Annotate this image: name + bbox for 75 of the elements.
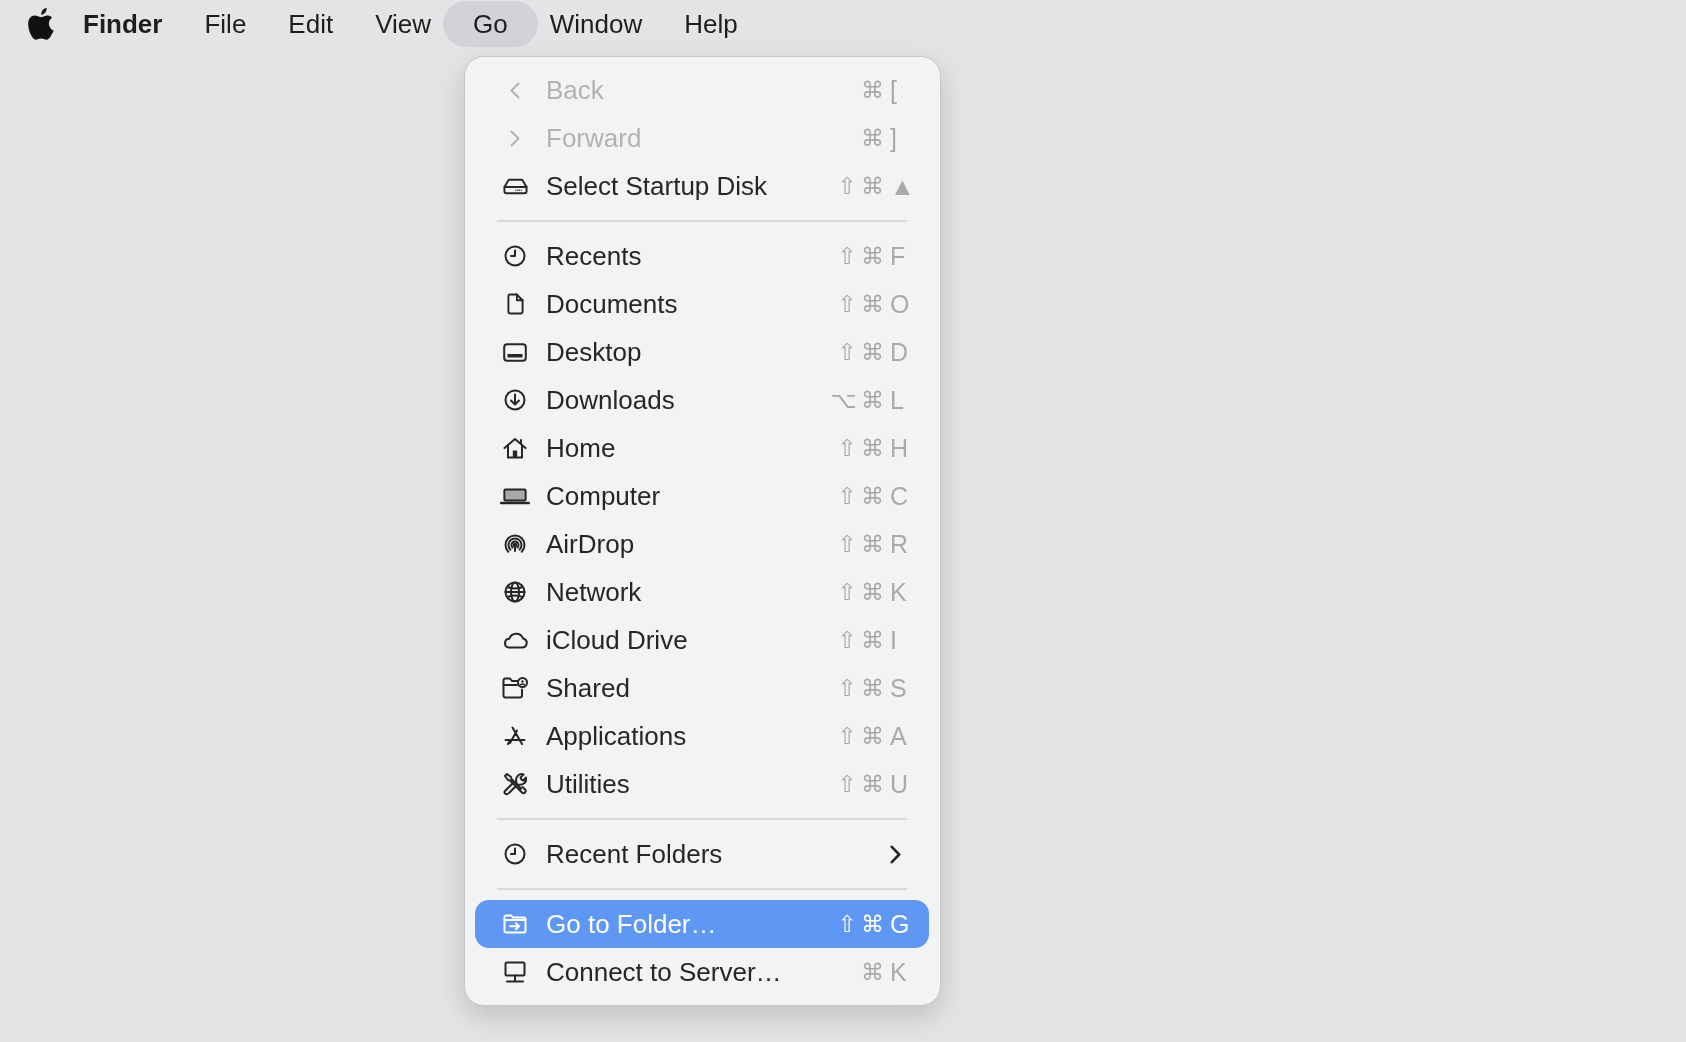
shortcut-key: O	[890, 289, 910, 319]
laptop-icon	[500, 487, 530, 505]
shortcut-key: L	[890, 385, 904, 415]
folder-arrow-icon	[503, 914, 527, 934]
screen-icon	[503, 342, 527, 362]
shortcut-modifiers: ⇧ ⌘	[837, 339, 884, 365]
menu-item[interactable]: Recents ⇧ ⌘ F	[475, 232, 929, 280]
menu-item[interactable]: Connect to Server… ⌘ K	[475, 948, 929, 996]
shortcut-key: ]	[890, 123, 897, 153]
monitor-icon	[504, 961, 526, 983]
wireless-rings-icon	[504, 534, 526, 554]
shortcut-modifiers: ⇧ ⌘	[837, 173, 884, 199]
menu-item[interactable]: Home ⇧ ⌘ H	[475, 424, 929, 472]
menu-item[interactable]: iCloud Drive ⇧ ⌘ I	[475, 616, 929, 664]
shortcut-key: K	[890, 577, 907, 607]
shortcut-modifiers: ⌥ ⌘	[830, 387, 884, 413]
apple-icon[interactable]	[28, 8, 55, 40]
menu-title[interactable]: File	[195, 1, 256, 47]
menu-title[interactable]: Help	[675, 1, 747, 47]
menu-item[interactable]: Computer ⇧ ⌘ C	[475, 472, 929, 520]
clock-icon	[504, 245, 526, 267]
menu-item[interactable]: Desktop ⇧ ⌘ D	[475, 328, 929, 376]
shortcut-modifiers: ⇧ ⌘	[837, 243, 884, 269]
wrench-screwdriver-icon	[503, 772, 527, 796]
shortcut-modifiers: ⇧ ⌘	[837, 531, 884, 557]
app-menu-title[interactable]: Finder	[74, 1, 172, 47]
shortcut-key: H	[890, 433, 909, 463]
menu-title[interactable]: Go	[443, 1, 538, 47]
shortcut-key: [	[890, 75, 897, 105]
shortcut-modifiers: ⇧ ⌘	[837, 723, 884, 749]
hard-drive-icon	[502, 177, 528, 195]
menu-title[interactable]: Window	[540, 1, 652, 47]
menu-title[interactable]: Edit	[279, 1, 343, 47]
shortcut-key: R	[890, 529, 909, 559]
shortcut-key: F	[890, 241, 906, 271]
shortcut-modifiers: ⇧ ⌘	[837, 911, 884, 937]
shortcut-modifiers: ⇧ ⌘	[837, 675, 884, 701]
shortcut-key: U	[890, 769, 909, 799]
shortcut-modifiers: ⇧ ⌘	[837, 579, 884, 605]
shortcut-key: I	[890, 625, 897, 655]
shortcut-modifiers: ⇧ ⌘	[837, 771, 884, 797]
menu-item[interactable]: Recent Folders	[475, 830, 929, 878]
shortcut-modifiers: ⇧ ⌘	[837, 291, 884, 317]
menu-item[interactable]: Utilities ⇧ ⌘ U	[475, 760, 929, 808]
cloud-icon	[501, 631, 529, 649]
clock-icon	[504, 843, 526, 865]
menu-title[interactable]: View	[366, 1, 441, 47]
shortcut-modifiers: ⇧ ⌘	[837, 627, 884, 653]
chevron-left-icon	[510, 81, 520, 99]
menu-item[interactable]: AirDrop ⇧ ⌘ R	[475, 520, 929, 568]
menu-item[interactable]: Documents ⇧ ⌘ O	[475, 280, 929, 328]
shortcut-modifiers: ⇧ ⌘	[837, 483, 884, 509]
menu-item[interactable]: Downloads ⌥ ⌘ L	[475, 376, 929, 424]
menu-item[interactable]: Select Startup Disk ⇧ ⌘ ▲	[475, 162, 929, 210]
shortcut-key: K	[890, 957, 907, 987]
folder-person-icon	[502, 677, 528, 699]
shortcut-key: S	[890, 673, 907, 703]
shortcut-key: ▲	[890, 171, 915, 201]
shortcut-modifiers: ⌘	[861, 959, 884, 985]
menu-item[interactable]: Applications ⇧ ⌘ A	[475, 712, 929, 760]
download-icon	[504, 389, 526, 411]
shortcut-key: G	[890, 909, 910, 939]
chevron-right-icon	[510, 129, 520, 147]
globe-icon	[504, 581, 526, 603]
shortcut-key: A	[890, 721, 907, 751]
stylized-a-icon	[504, 726, 526, 746]
shortcut-key: D	[890, 337, 909, 367]
shortcut-modifiers: ⌘	[861, 77, 884, 103]
menu-item[interactable]: Shared ⇧ ⌘ S	[475, 664, 929, 712]
shortcut-modifiers: ⇧ ⌘	[837, 435, 884, 461]
document-icon	[506, 293, 524, 315]
shortcut-modifiers: ⌘	[861, 125, 884, 151]
house-icon	[503, 437, 527, 459]
menu-item[interactable]: Network ⇧ ⌘ K	[475, 568, 929, 616]
shortcut-key: C	[890, 481, 909, 511]
